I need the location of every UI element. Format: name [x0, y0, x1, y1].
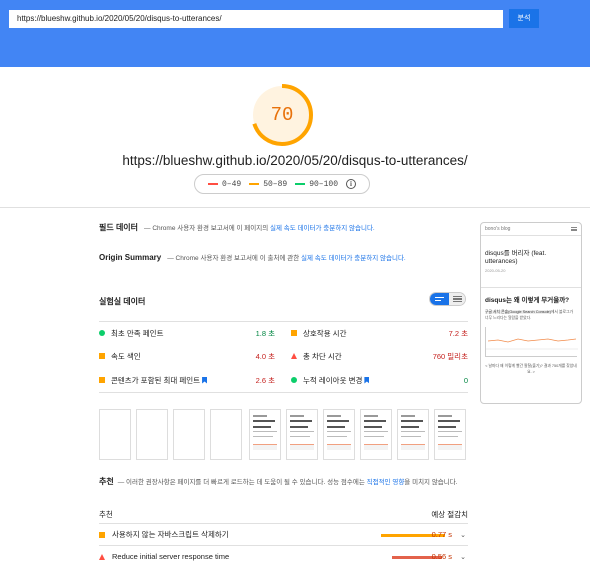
metric-label: 최초 만족 페인트: [111, 328, 164, 338]
field-data-section: 필드 데이터 — Chrome 사용자 환경 보고서에 이 페이지의 실제 속도 …: [99, 222, 375, 233]
legend-poor-label: 0–49: [221, 179, 242, 189]
analyze-button[interactable]: 분석: [509, 9, 539, 28]
field-data-text: — Chrome 사용자 환경 보고서에 이 페이지의: [144, 225, 271, 232]
url-input[interactable]: [9, 10, 503, 28]
preview-highlight: 구글 서치 콘솔(Google Search Console): [485, 310, 551, 314]
filmstrip-frame: [360, 409, 392, 460]
origin-summary-section: Origin Summary — Chrome 사용자 환경 보고서에 이 출처에…: [99, 252, 406, 262]
legend-good-marker: [295, 182, 306, 186]
metrics-view-toggle[interactable]: [429, 292, 466, 306]
preview-post-title: disqus를 버리자 (feat. utterances): [485, 250, 547, 265]
metric-speed-index: 속도 색인 4.0 초: [99, 345, 275, 367]
metric-label: 속도 색인: [111, 351, 141, 361]
recommendations-link[interactable]: 직접적인 영향: [367, 479, 405, 486]
field-data-title: 필드 데이터: [99, 223, 139, 232]
opportunity-column-header: 추천: [99, 510, 113, 519]
legend-average-label: 50–89: [263, 179, 288, 189]
preview-caption: < 날마다 왜 이렇게 빨간 팔찰(출기)? 결과 750개를 찾았네요. >: [485, 364, 577, 374]
chevron-down-icon[interactable]: ⌄: [460, 553, 466, 561]
metric-tbt: 총 차단 시간 760 밀리초: [291, 345, 468, 367]
lab-data-title: 실험실 데이터: [99, 297, 146, 306]
legend-item-average: 50–89: [249, 180, 287, 189]
metric-label: 총 차단 시간: [303, 351, 342, 361]
average-status-icon: [291, 330, 297, 336]
recommendations-title: 추천: [99, 477, 114, 486]
metric-value: 7.2 초: [448, 328, 468, 338]
analyzed-url: https://blueshw.github.io/2020/05/20/dis…: [122, 153, 468, 168]
savings-column-header: 예상 절감치: [431, 510, 468, 519]
metric-value: 760 밀리초: [432, 351, 468, 361]
good-status-icon: [291, 377, 297, 383]
metric-label: 콘텐츠가 포함된 최대 페인트: [111, 375, 201, 385]
metric-fcp: 최초 만족 페인트 1.8 초: [99, 322, 275, 344]
metric-cls: 누적 레이아웃 변경 0: [291, 369, 468, 391]
menu-icon: [571, 226, 577, 232]
chevron-down-icon[interactable]: ⌄: [460, 531, 466, 539]
metric-value: 4.0 초: [255, 351, 275, 361]
metric-value: 2.6 초: [255, 375, 275, 385]
section-divider: [0, 207, 590, 208]
bookmark-icon: [364, 376, 370, 384]
savings-value: 0.77 s: [431, 530, 452, 539]
preview-paragraph: 구글 서치 콘솔(Google Search Console)에서 블로그가 너…: [485, 309, 577, 321]
opportunity-label: 사용하지 않는 자바스크립트 삭제하기: [112, 530, 229, 539]
preview-site-name: bono's blog: [485, 226, 511, 232]
preview-post-date: 2020-05-20: [485, 268, 506, 273]
legend-item-poor: 0–49: [207, 179, 242, 189]
filmstrip-frame-blank: [136, 409, 168, 460]
average-status-icon: [99, 377, 105, 383]
performance-score: 70: [270, 104, 294, 126]
metric-label: 누적 레이아웃 변경: [303, 375, 363, 385]
metrics-bottom-rule: [99, 392, 468, 393]
filmstrip-frame: [323, 409, 355, 460]
recommendations-text-end: 을 미치지 않습니다.: [404, 479, 458, 486]
poor-status-icon: [99, 553, 105, 560]
metric-value: 1.8 초: [255, 328, 275, 338]
metric-label: 상호작용 시간: [303, 328, 347, 338]
expanded-view-icon[interactable]: [449, 293, 465, 305]
origin-summary-text: — Chrome 사용자 환경 보고서에 이 출처에 관한: [167, 255, 302, 262]
average-status-icon: [99, 353, 105, 359]
filmstrip-frame: [434, 409, 466, 460]
filmstrip-frame-blank: [210, 409, 242, 460]
compact-view-icon[interactable]: [430, 293, 449, 305]
opportunity-label: Reduce initial server response time: [112, 552, 230, 561]
legend-good-label: 90–100: [309, 179, 339, 189]
bookmark-icon: [202, 376, 208, 384]
savings-value: 0.56 s: [431, 552, 452, 561]
filmstrip-frame-blank: [173, 409, 205, 460]
score-legend: 0–49 50–89 90–100 i: [194, 174, 370, 194]
metric-tti: 상호작용 시간 7.2 초: [291, 322, 468, 344]
legend-poor-marker: [207, 182, 218, 186]
filmstrip-frame: [286, 409, 318, 460]
origin-summary-title: Origin Summary: [99, 253, 162, 262]
origin-summary-link[interactable]: 실제 속도 데이터가 충분하지 않습니다.: [301, 255, 406, 262]
average-status-icon: [99, 531, 105, 538]
opportunity-row[interactable]: 사용하지 않는 자바스크립트 삭제하기 0.77 s ⌄: [99, 523, 468, 545]
legend-item-good: 90–100: [295, 180, 338, 189]
good-status-icon: [99, 330, 105, 336]
preview-chart-image: [485, 327, 578, 357]
recommendations-intro: 추천 — 이러한 권장사항은 페이지를 더 빠르게 로드하는 데 도움이 될 수 …: [99, 476, 469, 489]
top-bar: 분석: [0, 0, 590, 67]
page-screenshot-preview: bono's blog disqus를 버리자 (feat. utterance…: [480, 222, 582, 404]
preview-divider: [481, 287, 581, 288]
opportunity-row[interactable]: Reduce initial server response time 0.56…: [99, 545, 468, 567]
metric-value: 0: [463, 375, 468, 385]
field-data-link[interactable]: 실제 속도 데이터가 충분하지 않습니다.: [270, 225, 375, 232]
info-icon[interactable]: i: [346, 179, 357, 189]
poor-status-icon: [291, 353, 297, 359]
filmstrip-frame-blank: [99, 409, 131, 460]
preview-header: bono's blog: [481, 223, 581, 236]
preview-chart-line: [486, 338, 578, 350]
filmstrip-frame: [397, 409, 429, 460]
metric-lcp: 콘텐츠가 포함된 최대 페인트 2.6 초: [99, 369, 275, 391]
filmstrip-frame: [249, 409, 281, 460]
legend-average-marker: [249, 182, 260, 186]
preview-heading: disqus는 왜 이렇게 무거울까?: [485, 297, 570, 304]
recommendations-text: — 이러한 권장사항은 페이지를 더 빠르게 로드하는 데 도움이 될 수 있습…: [117, 479, 367, 486]
